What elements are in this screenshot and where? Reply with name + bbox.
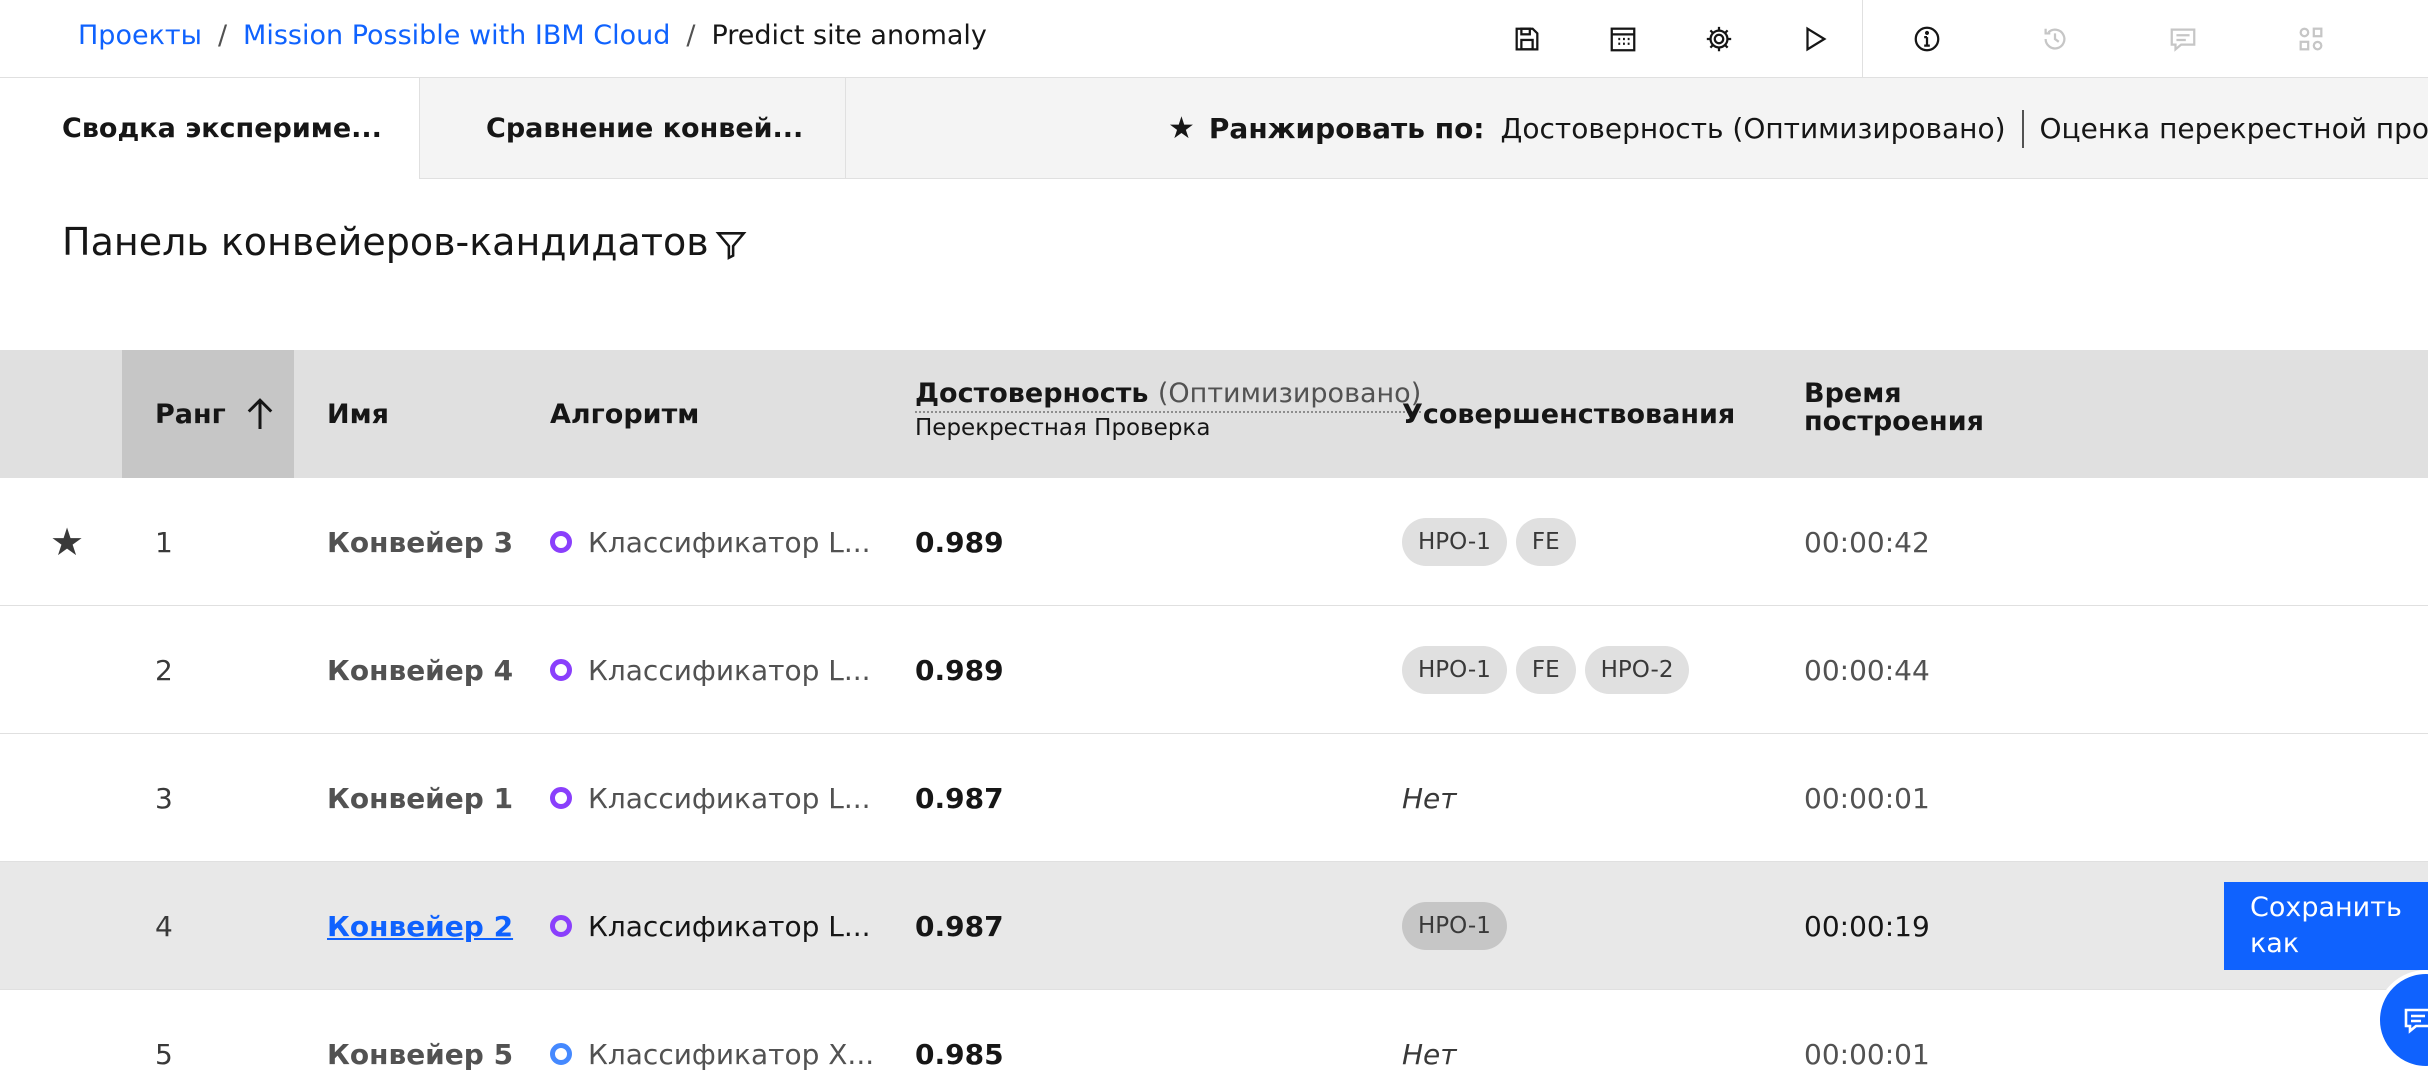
algorithm-cell: Классификатор X... [550,990,874,1084]
column-header-enhancements[interactable]: Усовершенствования [1402,350,1735,478]
accuracy-cell: 0.989 [915,653,1004,687]
algorithm-cell: Классификатор L... [550,862,871,990]
table-row[interactable]: 4 Конвейер 2 Классификатор L... 0.987 HP… [0,862,2428,990]
history-icon[interactable] [2036,20,2074,58]
table-row[interactable]: ★ 1 Конвейер 3 Классификатор L... 0.989 … [0,478,2428,606]
pipeline-name-link[interactable]: Конвейер 2 [327,862,513,990]
build-time-cell: 00:00:01 [1804,781,1930,815]
info-icon[interactable] [1908,20,1946,58]
column-header-name[interactable]: Имя [327,350,389,478]
rank-by-control[interactable]: ★ Ранжировать по: Достоверность (Оптимиз… [1168,78,2428,179]
enhancements-cell: Нет [1402,990,1457,1084]
accuracy-cell: 0.987 [915,781,1004,815]
breadcrumb-current: Predict site anomaly [711,20,987,51]
table-row[interactable]: 3 Конвейер 1 Классификатор L... 0.987 Не… [0,734,2428,862]
rank-cell: 5 [155,1037,173,1071]
rank-by-metric[interactable]: Достоверность (Оптимизировано) [1501,112,2006,145]
pipeline-name[interactable]: Конвейер 1 [327,734,513,862]
toolbar-divider [1862,0,1863,78]
chat-icon [2404,1008,2428,1034]
filter-icon[interactable] [714,228,748,262]
tab-bar: Сводка экспериме... Сравнение конвей... … [0,78,2428,179]
rank-by-secondary[interactable]: Оценка перекрестной проверки [2040,112,2428,145]
enhancement-tag: FE [1515,518,1576,566]
rank-by-divider [2021,109,2024,148]
column-header-accuracy-label: Достоверность [915,378,1149,409]
gear-icon[interactable] [1700,20,1738,58]
tab-experiment-summary[interactable]: Сводка экспериме... [0,78,420,179]
algorithm-label: Классификатор L... [588,653,871,687]
algorithm-cell: Классификатор L... [550,606,871,734]
build-time-cell: 00:00:42 [1804,525,1930,559]
star-icon: ★ [1168,111,1195,146]
enhancements-cell: Нет [1402,734,1457,862]
save-as-button[interactable]: Сохранить как [2224,882,2428,970]
page-title: Панель конвейеров-кандидатов [62,220,709,264]
algorithm-cell: Классификатор L... [550,478,871,606]
algorithm-label: Классификатор L... [588,525,871,559]
enhancement-tag: HPO-1 [1402,518,1507,566]
column-header-build-time-line2: построения [1804,406,1984,437]
algorithm-label: Классификатор L... [588,909,871,943]
no-enhancements-label: Нет [1402,1037,1457,1071]
enhancements-cell: HPO-1 [1402,862,1507,990]
column-header-accuracy[interactable]: Достоверность (Оптимизировано) Перекрест… [915,350,1422,478]
apps-icon[interactable] [2292,20,2330,58]
rank-cell: 1 [155,525,173,559]
column-header-build-time[interactable]: Время построения [1804,350,1984,478]
algorithm-dot-icon [550,531,572,553]
algorithm-dot-icon [550,1043,572,1065]
tab-pipeline-comparison[interactable]: Сравнение конвей... [420,78,846,179]
build-time-cell: 00:00:01 [1804,1037,1930,1071]
breadcrumb-projects-link[interactable]: Проекты [78,20,202,51]
table-row[interactable]: 5 Конвейер 5 Классификатор X... 0.985 Не… [0,990,2428,1084]
no-enhancements-label: Нет [1402,781,1457,815]
pipeline-name[interactable]: Конвейер 3 [327,478,513,606]
build-time-cell: 00:00:19 [1804,909,1930,943]
column-header-accuracy-sub: Перекрестная Проверка [915,415,1211,441]
algorithm-dot-icon [550,787,572,809]
rank-by-label: Ранжировать по: [1208,112,1485,145]
column-header-build-time-line1: Время [1804,378,1902,409]
rank-cell: 4 [155,909,173,943]
enhancements-cell: HPO-1 FE [1402,478,1576,606]
sort-ascending-icon[interactable] [240,394,280,434]
breadcrumb-separator: / [217,20,228,51]
column-header-rank-label: Ранг [155,398,226,430]
column-header-algorithm[interactable]: Алгоритм [550,350,699,478]
pipeline-name[interactable]: Конвейер 5 [327,990,513,1084]
enhancement-tag: HPO-1 [1402,902,1507,950]
play-icon[interactable] [1796,20,1834,58]
breadcrumb-separator: / [686,20,696,51]
top-header: Проекты / Mission Possible with IBM Clou… [0,0,2428,78]
rank-cell: 3 [155,781,173,815]
accuracy-cell: 0.989 [915,525,1004,559]
algorithm-cell: Классификатор L... [550,734,871,862]
rank-cell: 2 [155,653,173,687]
save-icon[interactable] [1508,20,1546,58]
star-icon: ★ [50,520,85,564]
algorithm-label: Классификатор L... [588,781,871,815]
enhancement-tag: HPO-1 [1402,646,1507,694]
comment-icon[interactable] [2164,20,2202,58]
enhancement-tag: FE [1515,646,1576,694]
enhancements-cell: HPO-1 FE HPO-2 [1402,606,1690,734]
algorithm-dot-icon [550,659,572,681]
column-header-accuracy-note: (Оптимизировано) [1157,378,1422,409]
build-time-cell: 00:00:44 [1804,653,1930,687]
table-header: Ранг Имя Алгоритм Достоверность (Оптимиз… [0,350,2428,478]
algorithm-label: Классификатор X... [588,1037,875,1071]
enhancement-tag: HPO-2 [1584,646,1690,694]
breadcrumb: Проекты / Mission Possible with IBM Clou… [78,20,987,51]
table-row[interactable]: 2 Конвейер 4 Классификатор L... 0.989 HP… [0,606,2428,734]
calendar-icon[interactable] [1604,20,1642,58]
pipeline-name[interactable]: Конвейер 4 [327,606,513,734]
accuracy-cell: 0.987 [915,909,1004,943]
column-header-rank[interactable]: Ранг [122,350,294,478]
algorithm-dot-icon [550,915,572,937]
column-header-accuracy-group: Достоверность (Оптимизировано) [915,378,1422,413]
accuracy-cell: 0.985 [915,1037,1004,1071]
breadcrumb-project-link[interactable]: Mission Possible with IBM Cloud [243,20,670,51]
